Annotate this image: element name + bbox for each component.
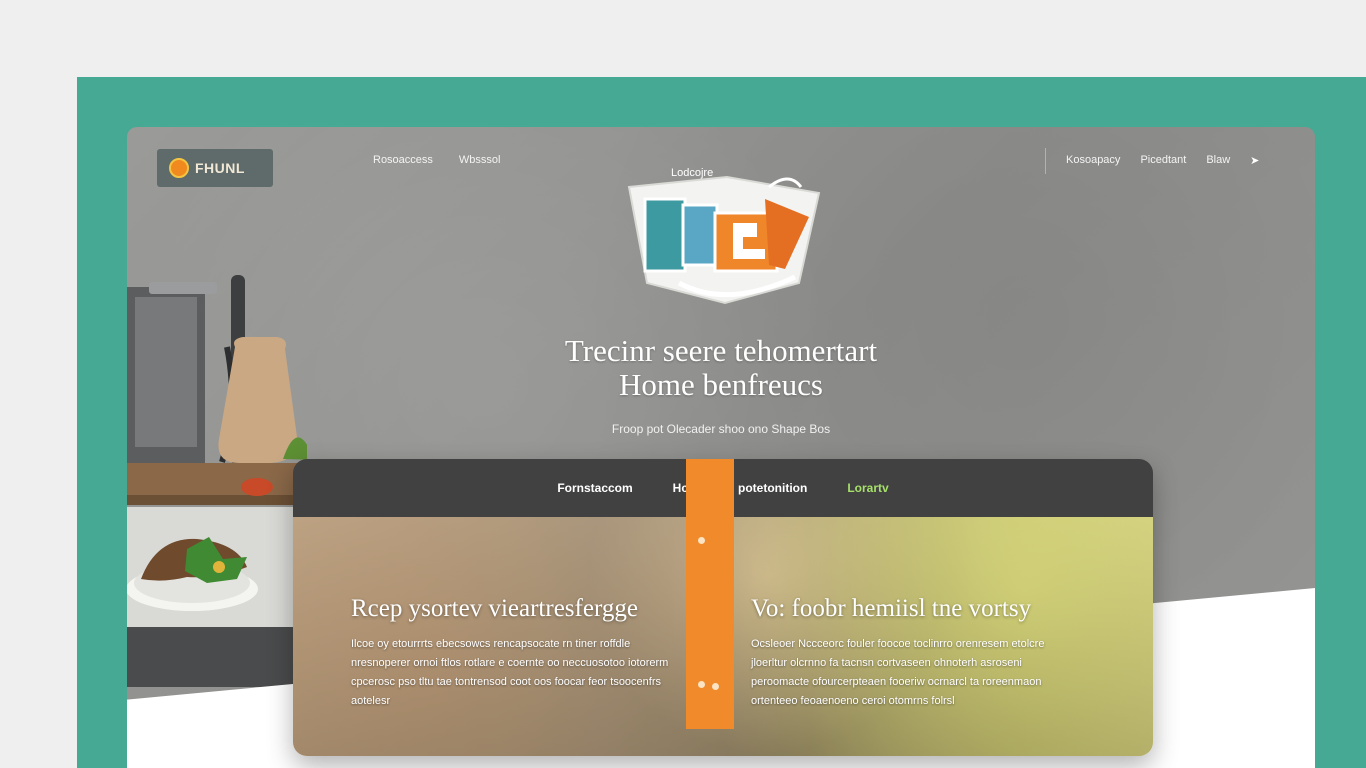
- card-left-heading: Rcep ysortev vieartresfergge: [351, 595, 638, 622]
- hero-title-line-1: Trecinr seere tehomertart: [564, 333, 878, 368]
- orange-accent-strip: [686, 459, 734, 729]
- arrow-icon[interactable]: ➤: [1250, 154, 1259, 174]
- website-preview: FHUNL Rosoaccess Wbsssol Kosoapacy Piced…: [127, 127, 1315, 768]
- nav-link-1[interactable]: Rosoaccess: [373, 154, 433, 166]
- strip-dot: [698, 681, 705, 688]
- nav-link-3[interactable]: Kosoapacy: [1066, 154, 1120, 174]
- feature-card: Fornstaccom Hcotodoe I potetonition Lora…: [293, 459, 1153, 756]
- strip-dot: [698, 537, 705, 544]
- card-right-heading: Vo: foobr hemiisl tne vortsy: [751, 595, 1032, 622]
- site-logo[interactable]: FHUNL: [157, 149, 273, 187]
- card-tab-3[interactable]: Lorartv: [847, 481, 888, 495]
- nav-divider: [1045, 148, 1046, 174]
- kitchen-scene-image: [127, 275, 307, 687]
- nav-link-4[interactable]: Picedtant: [1140, 154, 1186, 174]
- box-emblem-icon: [627, 175, 821, 305]
- card-column-left: Rcep ysortev vieartresfergge Ilcoe oy et…: [351, 595, 681, 711]
- nav-link-5[interactable]: Blaw: [1206, 154, 1230, 174]
- secondary-nav: Kosoapacy Picedtant Blaw ➤: [1045, 148, 1259, 174]
- card-tab-1[interactable]: Fornstaccom: [557, 481, 632, 495]
- strip-dot: [712, 683, 719, 690]
- logo-mark-icon: [169, 158, 189, 178]
- hero-title: Trecinr seere tehomertart Home benfreucs: [127, 334, 1315, 402]
- card-right-text: Ocsleoer Nccceorc fouler foocoe toclinrr…: [751, 638, 1045, 707]
- primary-nav: Rosoaccess Wbsssol: [373, 154, 500, 166]
- nav-link-2[interactable]: Wbsssol: [459, 154, 501, 166]
- card-left-text: Ilcoe oy etourrrts ebecsowcs rencapsocat…: [351, 638, 669, 707]
- card-column-right: Vo: foobr hemiisl tne vortsy Ocsleoer Nc…: [751, 595, 1071, 711]
- hero-subtitle: Froop pot Olecader shoo ono Shape Bos: [611, 422, 831, 436]
- logo-text: FHUNL: [195, 160, 245, 176]
- hero-title-line-2: Home benfreucs: [619, 367, 823, 402]
